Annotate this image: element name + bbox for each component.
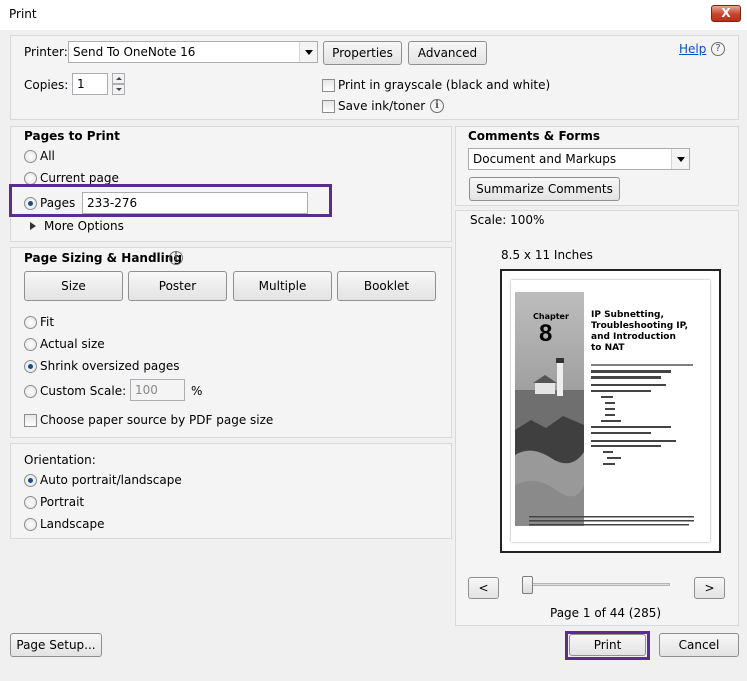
paper-source-checkbox[interactable] [24, 414, 37, 427]
window-title: Print [9, 7, 37, 21]
chapter-title-line-1: IP Subnetting, [591, 310, 664, 320]
tab-size[interactable]: Size [24, 271, 123, 301]
expand-triangle-icon[interactable] [30, 222, 36, 230]
chapter-title: IP Subnetting, Troubleshooting IP, and I… [591, 310, 701, 354]
custom-scale-radio[interactable] [24, 385, 37, 398]
page-sizing-heading: Page Sizing & Handling [24, 251, 182, 265]
portrait-label: Portrait [40, 495, 85, 509]
pages-range-label: Pages [40, 196, 76, 210]
scale-text: Scale: 100% [470, 213, 545, 227]
title-bar: Print X [0, 0, 747, 30]
auto-orientation-radio[interactable] [24, 474, 37, 487]
fit-radio[interactable] [24, 316, 37, 329]
grayscale-checkbox[interactable] [322, 79, 335, 92]
auto-orientation-label: Auto portrait/landscape [40, 473, 182, 487]
tab-poster[interactable]: Poster [128, 271, 227, 301]
chapter-title-line-3: and Introduction [591, 332, 676, 342]
page-setup-button[interactable]: Page Setup... [10, 633, 102, 657]
chevron-down-icon [671, 149, 689, 169]
portrait-radio[interactable] [24, 496, 37, 509]
copies-increment-icon[interactable] [112, 73, 125, 84]
copies-decrement-icon[interactable] [112, 84, 125, 95]
paper-size-text: 8.5 x 11 Inches [501, 248, 593, 262]
info-icon[interactable]: i [430, 99, 444, 113]
tab-booklet[interactable]: Booklet [337, 271, 436, 301]
previous-page-button[interactable]: < [468, 577, 499, 599]
advanced-button[interactable]: Advanced [408, 41, 487, 65]
printer-select-value: Send To OneNote 16 [73, 45, 196, 59]
cancel-button[interactable]: Cancel [659, 633, 739, 657]
paper-source-label: Choose paper source by PDF page size [40, 413, 274, 427]
properties-button[interactable]: Properties [323, 41, 402, 65]
pages-to-print-heading: Pages to Print [24, 129, 120, 143]
page-slider-thumb[interactable] [522, 576, 533, 594]
actual-size-radio[interactable] [24, 338, 37, 351]
save-ink-checkbox[interactable] [322, 100, 335, 113]
pages-current-label: Current page [40, 171, 119, 185]
summarize-comments-button[interactable]: Summarize Comments [469, 177, 620, 201]
actual-size-label: Actual size [40, 337, 105, 351]
help-link[interactable]: Help [679, 42, 706, 56]
page-info: Page 1 of 44 (285) [550, 606, 662, 620]
page-slider-track[interactable] [524, 583, 670, 586]
print-button[interactable]: Print [569, 634, 646, 656]
preview-page: Chapter 8 IP Subnetting, Troubleshooting… [511, 280, 710, 542]
pages-all-label: All [40, 149, 55, 163]
percent-label: % [191, 384, 203, 398]
shrink-label: Shrink oversized pages [40, 359, 180, 373]
landscape-radio[interactable] [24, 518, 37, 531]
preview-frame: Chapter 8 IP Subnetting, Troubleshooting… [500, 269, 721, 553]
shrink-radio[interactable] [24, 360, 37, 373]
fit-label: Fit [40, 315, 55, 329]
orientation-heading: Orientation: [24, 453, 96, 467]
next-page-button[interactable]: > [694, 577, 725, 599]
copies-input[interactable]: 1 [72, 73, 108, 95]
custom-scale-input[interactable]: 100 [130, 379, 185, 401]
tab-multiple[interactable]: Multiple [233, 271, 332, 301]
comments-select[interactable]: Document and Markups [468, 148, 690, 170]
chapter-title-line-4: to NAT [591, 343, 625, 353]
chapter-number: 8 [539, 320, 553, 347]
printer-label: Printer: [24, 45, 68, 59]
save-ink-label: Save ink/toner [338, 99, 426, 113]
pages-range-radio[interactable] [24, 197, 37, 210]
copies-label: Copies: [24, 78, 69, 92]
pages-all-radio[interactable] [24, 150, 37, 163]
close-button[interactable]: X [711, 5, 741, 22]
grayscale-label: Print in grayscale (black and white) [338, 78, 551, 92]
more-options-label[interactable]: More Options [44, 219, 124, 233]
chevron-down-icon [299, 42, 317, 62]
custom-scale-label: Custom Scale: [40, 384, 127, 398]
printer-select[interactable]: Send To OneNote 16 [68, 41, 318, 63]
help-icon[interactable]: ? [711, 42, 725, 56]
chapter-title-line-2: Troubleshooting IP, [591, 321, 689, 331]
comments-heading: Comments & Forms [468, 129, 600, 143]
sizing-info-icon[interactable]: i [169, 251, 183, 265]
comments-select-value: Document and Markups [473, 152, 617, 166]
pages-range-input[interactable]: 233-276 [82, 192, 308, 214]
landscape-label: Landscape [40, 517, 105, 531]
